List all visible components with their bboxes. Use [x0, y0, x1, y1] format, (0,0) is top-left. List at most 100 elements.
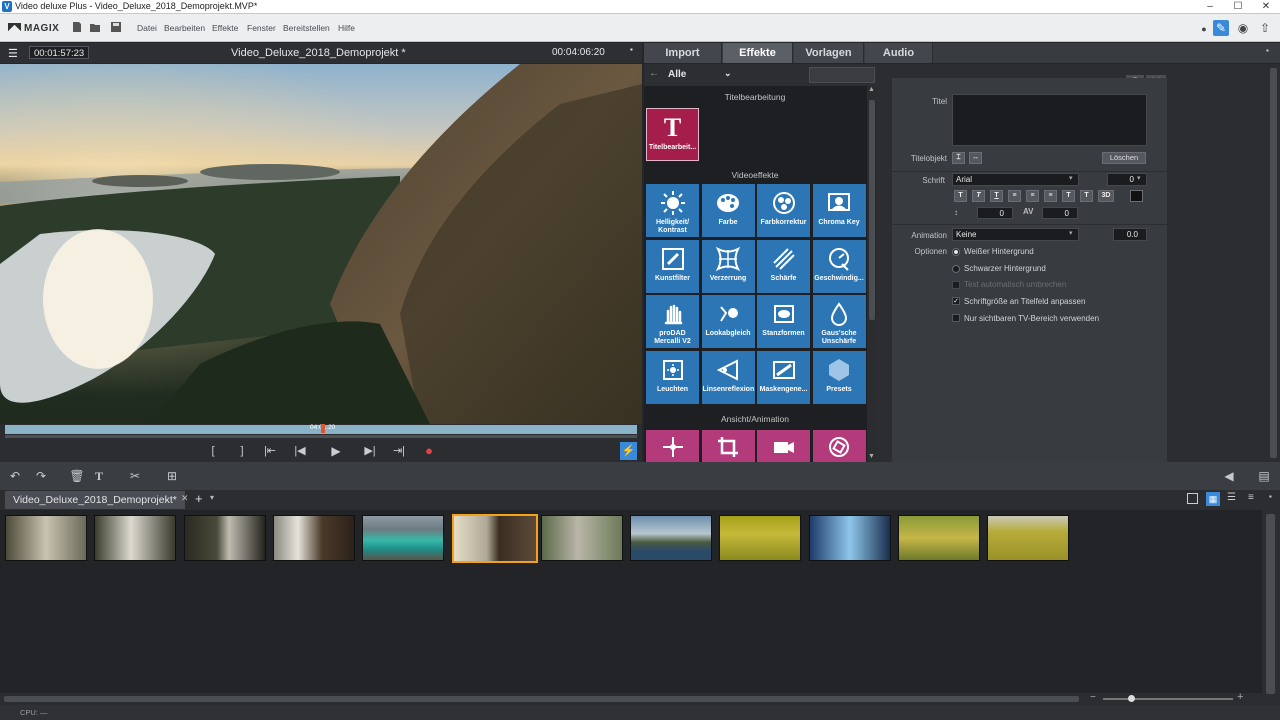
- storyboard-clip[interactable]: [94, 515, 177, 561]
- video-preview[interactable]: [0, 64, 642, 424]
- line-spacing-input[interactable]: 0: [977, 207, 1013, 219]
- properties-scroll-thumb[interactable]: [1270, 68, 1277, 458]
- delete-trash-icon[interactable]: 🗑: [69, 468, 85, 484]
- tab-audio[interactable]: Audio: [865, 43, 933, 63]
- cut-scissors-icon[interactable]: ✂: [127, 468, 143, 484]
- properties-scrollbar[interactable]: [1267, 64, 1280, 462]
- project-tab[interactable]: Video_Deluxe_2018_Demoprojekt*: [5, 491, 185, 509]
- insert-marker-icon[interactable]: ⊞: [164, 468, 180, 484]
- next-frame-button[interactable]: ▶|: [362, 444, 378, 458]
- mixer-icon[interactable]: ▤: [1256, 468, 1272, 484]
- effect-tile[interactable]: Leuchten: [646, 350, 699, 404]
- preview-scrubber[interactable]: 04:0...20: [0, 424, 642, 440]
- effects-scroll-thumb[interactable]: [869, 100, 875, 320]
- animation-amount-input[interactable]: 0.0: [1113, 228, 1147, 241]
- title-editing-tile[interactable]: T Titelbearbeit...: [646, 108, 699, 161]
- menu-effekte[interactable]: Effekte: [212, 23, 238, 33]
- char-spacing-input[interactable]: 0: [1042, 207, 1078, 219]
- filter-dropdown-label[interactable]: Alle: [668, 69, 686, 80]
- effect-tile[interactable]: Verzerrung: [701, 239, 755, 293]
- storyboard-clip[interactable]: [183, 515, 266, 561]
- animation-select[interactable]: Keine: [952, 228, 1079, 241]
- timeline-undock-icon[interactable]: ▪: [1269, 492, 1272, 501]
- current-timecode[interactable]: 00:01:57:23: [29, 46, 90, 59]
- effects-scrollbar[interactable]: ▲ ▼: [867, 86, 877, 462]
- back-arrow-icon[interactable]: ←: [649, 68, 659, 79]
- jump-start-button[interactable]: |⇤: [262, 444, 278, 458]
- effect-tile[interactable]: Kunstfilter: [646, 239, 699, 293]
- chevron-down-icon[interactable]: ⌄: [724, 68, 732, 79]
- upload-icon[interactable]: ⇧: [1257, 20, 1273, 36]
- bold-icon[interactable]: T: [954, 190, 967, 202]
- minimize-button[interactable]: –: [1196, 0, 1224, 14]
- animation-tile[interactable]: [646, 430, 699, 462]
- align-right-icon[interactable]: ≡: [1044, 190, 1057, 202]
- panel-undock-icon[interactable]: ▪: [1266, 46, 1269, 55]
- record-button[interactable]: ●: [421, 444, 437, 458]
- align-left-icon[interactable]: ≡: [1008, 190, 1021, 202]
- effect-tile[interactable]: proDAD Mercalli V2: [646, 295, 699, 348]
- menu-bereitstellen[interactable]: Bereitstellen: [283, 23, 330, 33]
- undock-icon[interactable]: ▪: [630, 45, 633, 54]
- view-timeline-icon[interactable]: ☰: [1227, 492, 1236, 503]
- title-text-field[interactable]: [952, 94, 1147, 146]
- undo-icon[interactable]: ↶: [7, 468, 23, 484]
- zoom-in-icon[interactable]: +: [1237, 691, 1243, 703]
- scroll-up-icon[interactable]: ▲: [868, 86, 875, 93]
- menu-datei[interactable]: Datei: [137, 23, 157, 33]
- effect-tile[interactable]: Farbe: [701, 184, 755, 237]
- checkbox-fit-font-size[interactable]: ✓: [952, 297, 960, 305]
- shadow-icon[interactable]: T: [1080, 190, 1093, 202]
- animation-tile[interactable]: [812, 430, 866, 462]
- menu-bearbeiten[interactable]: Bearbeiten: [164, 23, 205, 33]
- view-scene-list-icon[interactable]: ≡: [1248, 492, 1254, 503]
- radio-black-background[interactable]: [952, 265, 960, 273]
- delete-title-button[interactable]: Löschen: [1102, 152, 1146, 164]
- scroll-down-icon[interactable]: ▼: [868, 453, 875, 460]
- playhead-marker[interactable]: [321, 424, 325, 433]
- font-size-input[interactable]: 0: [1107, 173, 1147, 186]
- title-object-width-icon[interactable]: ↔: [969, 152, 982, 164]
- outline-icon[interactable]: T: [1062, 190, 1075, 202]
- storyboard-clip[interactable]: [272, 515, 355, 561]
- 3d-text-icon[interactable]: 3D: [1098, 190, 1114, 202]
- save-icon[interactable]: [110, 21, 122, 33]
- mark-in-button[interactable]: [: [205, 444, 221, 458]
- volume-icon[interactable]: ◀: [1221, 468, 1237, 484]
- tab-import[interactable]: Import: [644, 43, 722, 63]
- zoom-slider-handle[interactable]: [1128, 695, 1135, 702]
- zoom-slider[interactable]: [1103, 698, 1233, 700]
- view-single-icon[interactable]: [1187, 493, 1198, 504]
- close-window-button[interactable]: ✕: [1252, 0, 1280, 14]
- radio-white-background[interactable]: [952, 248, 960, 256]
- checkbox-tv-safe-area[interactable]: [952, 314, 960, 322]
- effect-tile[interactable]: Chroma Key: [812, 184, 866, 237]
- maximize-button[interactable]: ☐: [1224, 0, 1252, 14]
- font-family-select[interactable]: Arial: [952, 173, 1079, 186]
- storyboard[interactable]: [0, 510, 1262, 693]
- animation-tile[interactable]: [701, 430, 755, 462]
- checkbox-auto-wrap[interactable]: [952, 281, 960, 289]
- storyboard-vscroll[interactable]: [1262, 510, 1280, 705]
- effect-tile[interactable]: Helligkeit/ Kontrast: [646, 184, 699, 237]
- storyboard-hscroll[interactable]: − +: [0, 691, 1262, 705]
- redo-icon[interactable]: ↷: [33, 468, 49, 484]
- storyboard-clip[interactable]: [719, 515, 802, 561]
- menu-fenster[interactable]: Fenster: [247, 23, 276, 33]
- new-project-icon[interactable]: [71, 21, 83, 33]
- animation-tile[interactable]: [757, 430, 810, 462]
- view-storyboard-icon[interactable]: ▦: [1206, 492, 1220, 506]
- effect-tile[interactable]: Gaus'sche Unschärfe: [812, 295, 866, 348]
- previous-frame-button[interactable]: |◀: [292, 444, 308, 458]
- flash-export-icon[interactable]: ⚡: [620, 442, 637, 460]
- insert-title-icon[interactable]: T: [91, 468, 107, 484]
- tab-vorlagen[interactable]: Vorlagen: [794, 43, 864, 63]
- mark-out-button[interactable]: ]: [234, 444, 250, 458]
- storyboard-scroll-thumb[interactable]: [1266, 514, 1275, 694]
- record-disc-icon[interactable]: ◉: [1235, 20, 1251, 36]
- pin-icon[interactable]: ●: [1196, 21, 1212, 37]
- storyboard-clip[interactable]: [451, 514, 538, 563]
- effect-tile[interactable]: Stanzformen: [757, 295, 810, 348]
- effect-tile[interactable]: Lookabgleich: [701, 295, 755, 348]
- storyboard-clip[interactable]: [630, 515, 713, 561]
